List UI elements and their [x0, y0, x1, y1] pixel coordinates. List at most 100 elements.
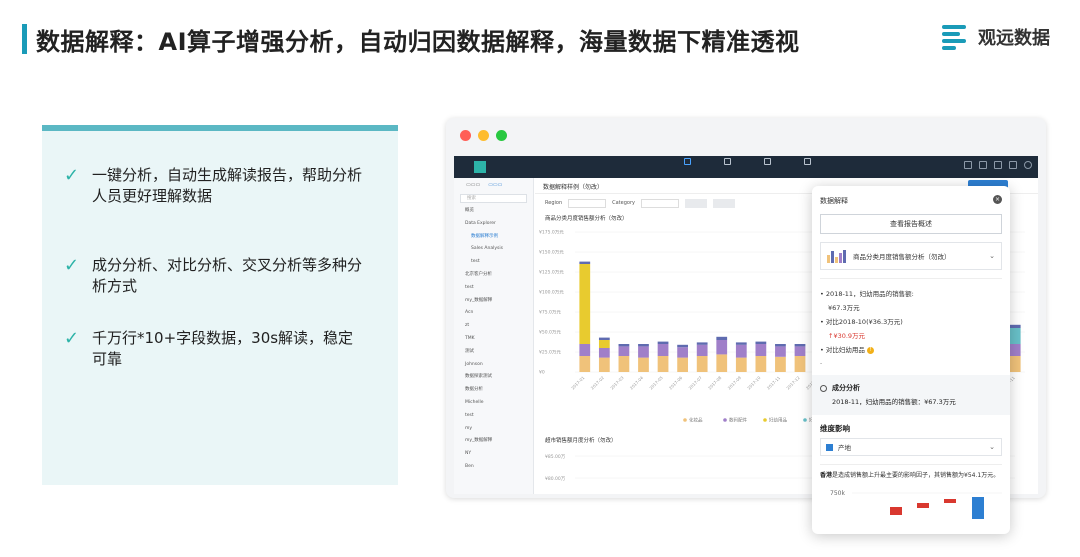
- bar-segment[interactable]: [579, 356, 591, 372]
- bar-segment[interactable]: [794, 346, 806, 356]
- sidebar-item[interactable]: 概览: [454, 205, 533, 218]
- sidebar-item[interactable]: Michelle: [454, 397, 533, 410]
- view-report-button[interactable]: 查看报告概述: [820, 214, 1002, 234]
- search-icon[interactable]: [1009, 161, 1017, 169]
- query-button[interactable]: [712, 198, 735, 208]
- category-filter[interactable]: [640, 198, 679, 208]
- sidebar-item[interactable]: test: [454, 256, 533, 269]
- bar-segment[interactable]: [794, 356, 806, 372]
- close-dot[interactable]: [460, 130, 471, 141]
- minimize-dot[interactable]: [478, 130, 489, 141]
- bar-segment[interactable]: [598, 340, 610, 348]
- legend-label[interactable]: 数码配件: [729, 417, 747, 424]
- bar-segment[interactable]: [1009, 324, 1021, 328]
- nav-tab[interactable]: [794, 158, 820, 166]
- bar-segment[interactable]: [735, 342, 747, 345]
- bar-segment[interactable]: [716, 336, 728, 340]
- sidebar-item[interactable]: zt: [454, 320, 533, 333]
- sidebar-item[interactable]: 数据探索测试: [454, 371, 533, 384]
- tick-label: ¥80.00万: [545, 476, 566, 482]
- bar-segment[interactable]: [755, 341, 767, 344]
- bar-segment[interactable]: [677, 347, 688, 358]
- sidebar-item[interactable]: 数据分析: [454, 384, 533, 397]
- help-icon[interactable]: [979, 161, 987, 169]
- sidebar-item[interactable]: NY: [454, 448, 533, 461]
- bar-segment[interactable]: [598, 348, 610, 358]
- component-analysis-section[interactable]: 成分分析 2018-11，妇幼用品的销售额：¥67.3万元: [812, 375, 1010, 415]
- bar-segment[interactable]: [775, 344, 786, 347]
- bar-segment[interactable]: [638, 344, 649, 347]
- sidebar-item[interactable]: 测试: [454, 346, 533, 359]
- bar-segment[interactable]: [755, 356, 767, 372]
- sidebar-search-input[interactable]: 搜索: [460, 194, 527, 203]
- avatar[interactable]: [1024, 161, 1032, 169]
- bar-segment[interactable]: [1009, 356, 1021, 372]
- grid-icon[interactable]: [994, 161, 1002, 169]
- sidebar-item[interactable]: Johnson: [454, 359, 533, 372]
- bar-segment[interactable]: [657, 341, 669, 344]
- bar-segment[interactable]: [638, 346, 649, 358]
- slide-title: 数据解释：AI算子增强分析，自动归因数据解释，海量数据下精准透视: [36, 28, 800, 56]
- nav-tab[interactable]: [674, 158, 700, 166]
- sidebar-item[interactable]: Acn: [454, 307, 533, 320]
- sidebar-tab[interactable]: ▭▭▭: [488, 182, 502, 188]
- sidebar-item[interactable]: Ben: [454, 461, 533, 474]
- bar-segment[interactable]: [1009, 328, 1021, 344]
- x-tick-label: 2017-03: [609, 375, 625, 391]
- title-accent-bar: [22, 24, 27, 54]
- check-icon: ✓: [64, 255, 80, 276]
- bar-segment[interactable]: [657, 344, 669, 356]
- sidebar-item[interactable]: test: [454, 282, 533, 295]
- sidebar-item[interactable]: 数据解释示例: [454, 231, 533, 244]
- sidebar-item[interactable]: my: [454, 423, 533, 436]
- nav-tab[interactable]: [714, 158, 740, 166]
- bar-segment[interactable]: [775, 346, 786, 357]
- sidebar-item[interactable]: 北京客户分析: [454, 269, 533, 282]
- bar-segment[interactable]: [716, 354, 728, 372]
- bar-segment[interactable]: [696, 356, 708, 372]
- bar-segment[interactable]: [579, 261, 591, 264]
- bar-segment[interactable]: [696, 342, 708, 345]
- notification-icon[interactable]: [964, 161, 972, 169]
- bar-segment[interactable]: [794, 344, 806, 347]
- sidebar-item[interactable]: my_数据解释: [454, 295, 533, 308]
- region-filter[interactable]: [568, 198, 607, 208]
- x-tick-label: 2017-09: [727, 375, 743, 391]
- legend-label[interactable]: 妇幼用品: [769, 417, 787, 424]
- bar-segment[interactable]: [618, 346, 630, 356]
- insight-block: • 2018-11，妇幼用品的销售额: ¥67.3万元 • 对比2018-10(…: [820, 278, 1002, 371]
- reset-button[interactable]: [684, 198, 707, 208]
- bar-segment[interactable]: [618, 356, 630, 372]
- bar-segment[interactable]: [598, 337, 610, 340]
- x-tick-label: 2017-11: [766, 375, 782, 391]
- bar-segment[interactable]: [1009, 344, 1021, 356]
- sidebar-item[interactable]: test: [454, 410, 533, 423]
- bar-segment[interactable]: [696, 344, 708, 356]
- bar-segment[interactable]: [579, 344, 591, 356]
- bar-segment[interactable]: [638, 357, 649, 372]
- bar-segment[interactable]: [677, 344, 688, 348]
- bar-segment[interactable]: [657, 356, 669, 372]
- sidebar-item[interactable]: Sales Analysis: [454, 243, 533, 256]
- category-filter-label: Category: [612, 200, 635, 206]
- nav-tab[interactable]: [754, 158, 780, 166]
- sidebar-item[interactable]: Data Explorer: [454, 218, 533, 231]
- dimension-select[interactable]: 产地 ⌄: [820, 438, 1002, 456]
- bar-segment[interactable]: [755, 344, 767, 356]
- bar-segment[interactable]: [735, 357, 747, 372]
- maximize-dot[interactable]: [496, 130, 507, 141]
- bar-segment[interactable]: [716, 340, 728, 355]
- bar-segment[interactable]: [677, 357, 688, 372]
- bar-segment[interactable]: [735, 344, 747, 358]
- chevron-down-icon: ⌄: [989, 252, 995, 260]
- close-icon[interactable]: ×: [993, 195, 1002, 204]
- bar-segment[interactable]: [775, 356, 786, 372]
- sidebar-tab[interactable]: ▭▭▭: [466, 182, 480, 188]
- bar-segment[interactable]: [579, 264, 591, 344]
- bar-segment[interactable]: [618, 344, 630, 347]
- sidebar-item[interactable]: TMK: [454, 333, 533, 346]
- sidebar-item[interactable]: my_数据解释: [454, 435, 533, 448]
- legend-label[interactable]: 化妆品: [689, 417, 703, 424]
- analysis-select[interactable]: 商品分类月度销售额分析（勿改） ⌄: [820, 242, 1002, 270]
- bar-segment[interactable]: [598, 357, 610, 372]
